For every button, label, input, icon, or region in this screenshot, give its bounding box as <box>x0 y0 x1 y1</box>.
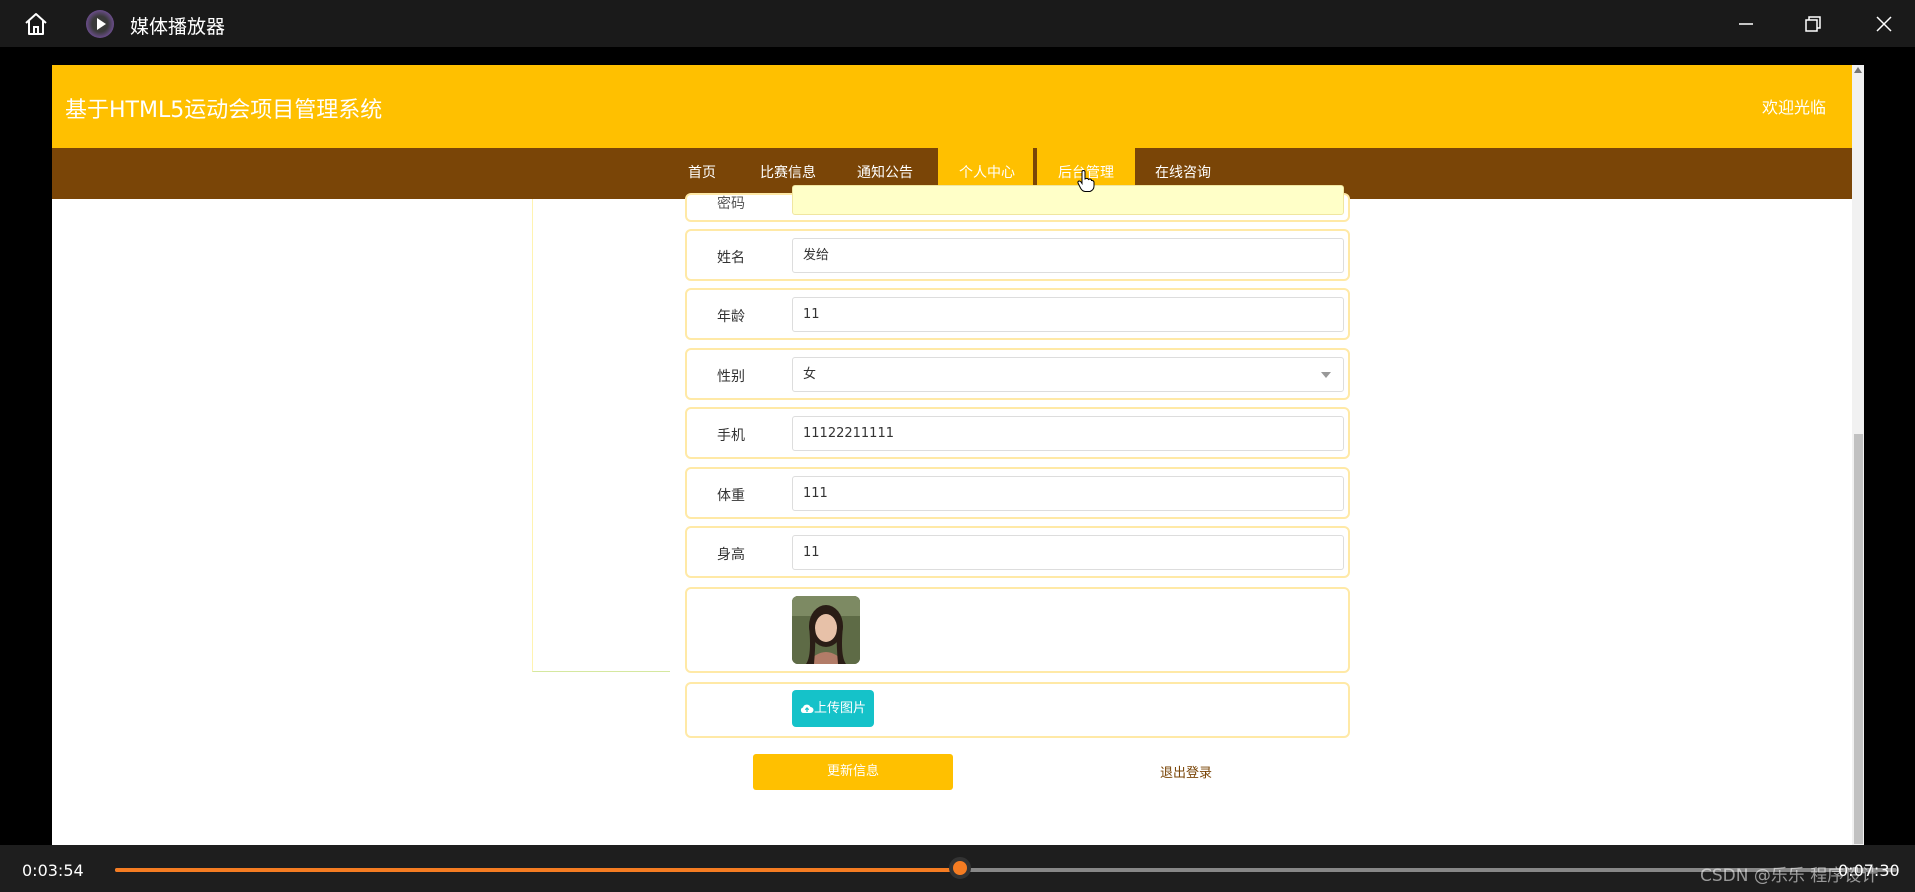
time-current: 0:03:54 <box>22 861 84 880</box>
left-panel <box>532 199 670 672</box>
form-label-name: 姓名 <box>717 250 745 266</box>
form-row-upload: 上传图片 <box>685 682 1350 738</box>
welcome-text: 欢迎光临 <box>1761 98 1826 117</box>
form-label-age: 年龄 <box>717 309 745 325</box>
form-row-age: 年龄 11 <box>685 288 1350 340</box>
site-header: 基于HTML5运动会项目管理系统 欢迎光临 <box>52 65 1852 148</box>
name-input[interactable]: 发给 <box>792 238 1344 273</box>
restore-icon[interactable] <box>1797 8 1829 40</box>
chevron-down-icon <box>1321 372 1331 378</box>
password-input[interactable] <box>792 185 1344 215</box>
form-label-gender: 性别 <box>717 369 745 385</box>
video-frame: 基于HTML5运动会项目管理系统 欢迎光临 首页 比赛信息 通知公告 个人中心 … <box>52 65 1852 845</box>
avatar <box>792 596 860 664</box>
home-icon[interactable] <box>22 10 50 38</box>
weight-input[interactable]: 111 <box>792 476 1344 511</box>
nav-item-home[interactable]: 首页 <box>670 148 734 199</box>
gender-value: 女 <box>803 367 817 382</box>
form-row-phone: 手机 11122211111 <box>685 407 1350 459</box>
form-label-phone: 手机 <box>717 428 745 444</box>
age-input[interactable]: 11 <box>792 297 1344 332</box>
close-icon[interactable] <box>1868 8 1900 40</box>
form-row-password: 密码 <box>685 185 1350 222</box>
form-label-weight: 体重 <box>717 488 745 504</box>
app-title: 媒体播放器 <box>130 16 226 38</box>
scroll-up-arrow-icon[interactable] <box>1854 67 1862 73</box>
player-controls: 0:03:54 CSDN @乐乐 程序设计 0:07:30 <box>0 845 1915 892</box>
form-label-password: 密码 <box>717 196 745 212</box>
seek-handle[interactable] <box>948 857 971 879</box>
form-row-avatar <box>685 587 1350 673</box>
phone-input[interactable]: 11122211111 <box>792 416 1344 451</box>
media-player-logo-icon <box>86 10 114 38</box>
form-row-gender: 性别 女 <box>685 348 1350 400</box>
cloud-upload-icon <box>800 704 814 713</box>
site-title: 基于HTML5运动会项目管理系统 <box>65 98 383 123</box>
height-input[interactable]: 11 <box>792 535 1344 570</box>
avatar-photo <box>792 596 860 664</box>
upload-image-button[interactable]: 上传图片 <box>792 690 874 727</box>
player-titlebar: 媒体播放器 <box>0 0 1915 47</box>
form-row-weight: 体重 111 <box>685 467 1350 519</box>
gender-select[interactable]: 女 <box>792 357 1344 392</box>
time-total: 0:07:30 <box>1838 861 1900 880</box>
update-info-button[interactable]: 更新信息 <box>753 754 953 790</box>
seek-bar[interactable] <box>115 868 1897 872</box>
upload-image-label: 上传图片 <box>813 701 866 716</box>
form-row-height: 身高 11 <box>685 526 1350 578</box>
form-row-name: 姓名 发给 <box>685 229 1350 281</box>
seek-bar-progress <box>115 868 960 872</box>
form-label-height: 身高 <box>717 547 745 563</box>
scrollbar-thumb[interactable] <box>1854 434 1863 844</box>
logout-link[interactable]: 退出登录 <box>1160 762 1212 781</box>
hand-cursor-icon <box>1077 170 1095 192</box>
minimize-icon[interactable] <box>1730 8 1762 40</box>
